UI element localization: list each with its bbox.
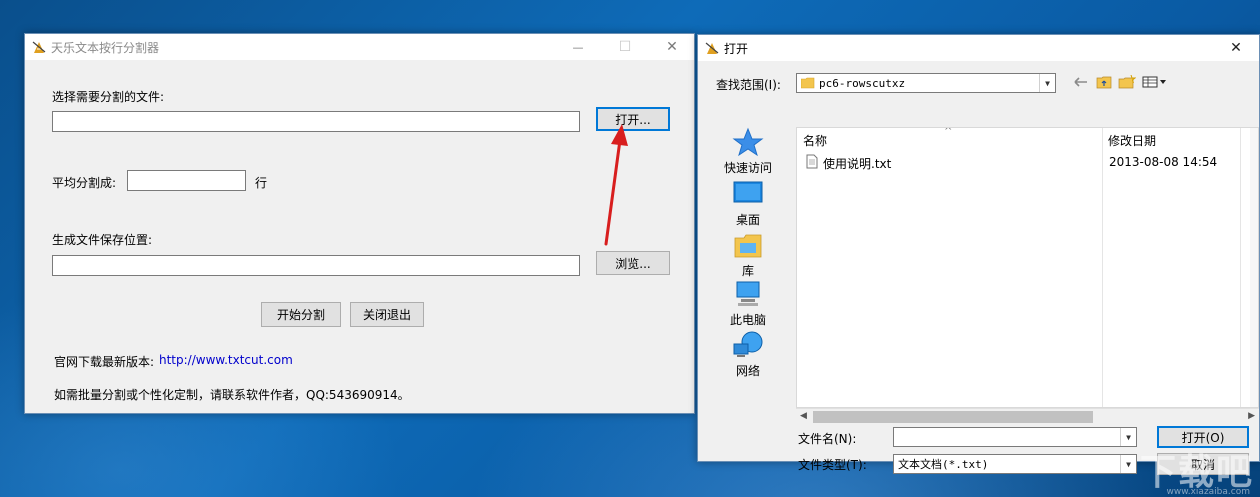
window-title: 天乐文本按行分割器 <box>51 41 160 55</box>
place-label: 网络 <box>735 364 760 378</box>
place-quick-access[interactable]: 快速访问 <box>710 127 786 176</box>
chevron-down-icon[interactable]: ▼ <box>1120 455 1136 473</box>
browse-button[interactable]: 浏览... <box>596 251 670 275</box>
place-label: 快速访问 <box>723 161 772 175</box>
dialog-close-button[interactable]: ✕ <box>1213 35 1259 61</box>
star-icon <box>732 127 764 157</box>
desktop-icon <box>732 179 764 209</box>
dialog-title: 打开 <box>724 42 749 56</box>
filetype-select[interactable]: 文本文档(*.txt) ▼ <box>893 454 1137 474</box>
minimize-icon: — <box>572 40 584 54</box>
open-file-dialog: 打开 ✕ 查找范围(I): pc6-rowscutxz ▼ 快速访问 桌面 库 … <box>697 34 1260 475</box>
scrollbar-thumb[interactable] <box>813 411 1093 423</box>
scroll-left-icon[interactable]: ◀ <box>800 411 807 421</box>
place-desktop[interactable]: 桌面 <box>710 179 786 228</box>
library-icon <box>732 230 764 260</box>
places-bar: 快速访问 桌面 库 此电脑 网络 <box>710 127 786 423</box>
maximize-icon: ☐ <box>618 39 632 55</box>
start-split-button[interactable]: 开始分割 <box>261 302 341 327</box>
filetype-value: 文本文档(*.txt) <box>898 458 989 471</box>
lookin-combo[interactable]: pc6-rowscutxz ▼ <box>796 73 1056 93</box>
up-folder-icon[interactable] <box>1093 73 1115 91</box>
chevron-down-icon[interactable]: ▼ <box>1120 428 1136 446</box>
back-arrow-icon[interactable] <box>1070 73 1092 91</box>
close-button[interactable]: ✕ <box>649 34 695 60</box>
scroll-right-icon[interactable]: ▶ <box>1248 411 1255 421</box>
source-file-input[interactable] <box>52 111 580 132</box>
place-label: 库 <box>741 264 754 278</box>
computer-icon <box>732 279 764 309</box>
network-icon <box>732 330 764 360</box>
vertical-scrollbar[interactable] <box>1250 128 1258 407</box>
filename-input[interactable]: ▼ <box>893 427 1137 447</box>
annotation-arrow <box>604 124 628 246</box>
filetype-label: 文件类型(T): <box>798 458 867 472</box>
column-header-modified[interactable]: 修改日期 <box>1102 128 1240 150</box>
horizontal-scrollbar[interactable]: ◀ ▶ <box>796 408 1259 425</box>
folder-icon <box>801 77 815 89</box>
view-menu-icon[interactable] <box>1140 73 1170 91</box>
exit-button[interactable]: 关闭退出 <box>350 302 424 327</box>
watermark-url: www.xiazaiba.com <box>1166 487 1250 497</box>
split-unit-label: 行 <box>255 176 268 190</box>
title-bar[interactable]: 天乐文本按行分割器 — ☐ ✕ <box>25 34 694 60</box>
dialog-app-icon <box>705 42 719 54</box>
filename-label: 文件名(N): <box>798 432 857 446</box>
save-location-label: 生成文件保存位置: <box>52 233 153 247</box>
lookin-value: pc6-rowscutxz <box>819 76 906 90</box>
column-modified-label: 修改日期 <box>1108 134 1157 148</box>
lookin-label: 查找范围(I): <box>716 78 781 92</box>
file-name: 使用说明.txt <box>823 157 892 171</box>
text-file-icon <box>806 154 818 169</box>
split-lines-input[interactable] <box>127 170 246 191</box>
split-lines-label: 平均分割成: <box>52 176 117 190</box>
sort-up-icon: ^ <box>944 127 953 137</box>
close-icon: ✕ <box>1230 40 1242 56</box>
place-network[interactable]: 网络 <box>710 330 786 379</box>
maximize-button[interactable]: ☐ <box>602 34 648 60</box>
column-name-label: 名称 <box>803 134 828 148</box>
app-icon <box>32 41 46 53</box>
select-file-label: 选择需要分割的文件: <box>52 90 165 104</box>
new-folder-icon[interactable] <box>1116 73 1138 91</box>
chevron-down-icon[interactable]: ▼ <box>1039 74 1055 92</box>
minimize-button[interactable]: — <box>555 34 601 60</box>
website-label: 官网下载最新版本: <box>54 355 155 369</box>
save-location-input[interactable] <box>52 255 580 276</box>
close-icon: ✕ <box>666 39 678 55</box>
dialog-title-bar[interactable]: 打开 ✕ <box>698 35 1259 61</box>
dialog-client-area: 查找范围(I): pc6-rowscutxz ▼ 快速访问 桌面 库 此电脑 网… <box>698 61 1259 475</box>
website-link[interactable]: http://www.txtcut.com <box>159 353 293 367</box>
contact-text: 如需批量分割或个性化定制，请联系软件作者，QQ:543690914。 <box>54 388 410 402</box>
file-modified: 2013-08-08 14:54 <box>1109 155 1218 169</box>
file-list[interactable]: 名称 ^ 修改日期 使用说明.txt 2013-08-08 14:54 <box>796 127 1259 408</box>
file-row[interactable]: 使用说明.txt 2013-08-08 14:54 <box>797 152 1258 172</box>
place-library[interactable]: 库 <box>710 230 786 279</box>
place-this-pc[interactable]: 此电脑 <box>710 279 786 328</box>
place-label: 此电脑 <box>729 313 766 327</box>
place-label: 桌面 <box>735 213 760 227</box>
